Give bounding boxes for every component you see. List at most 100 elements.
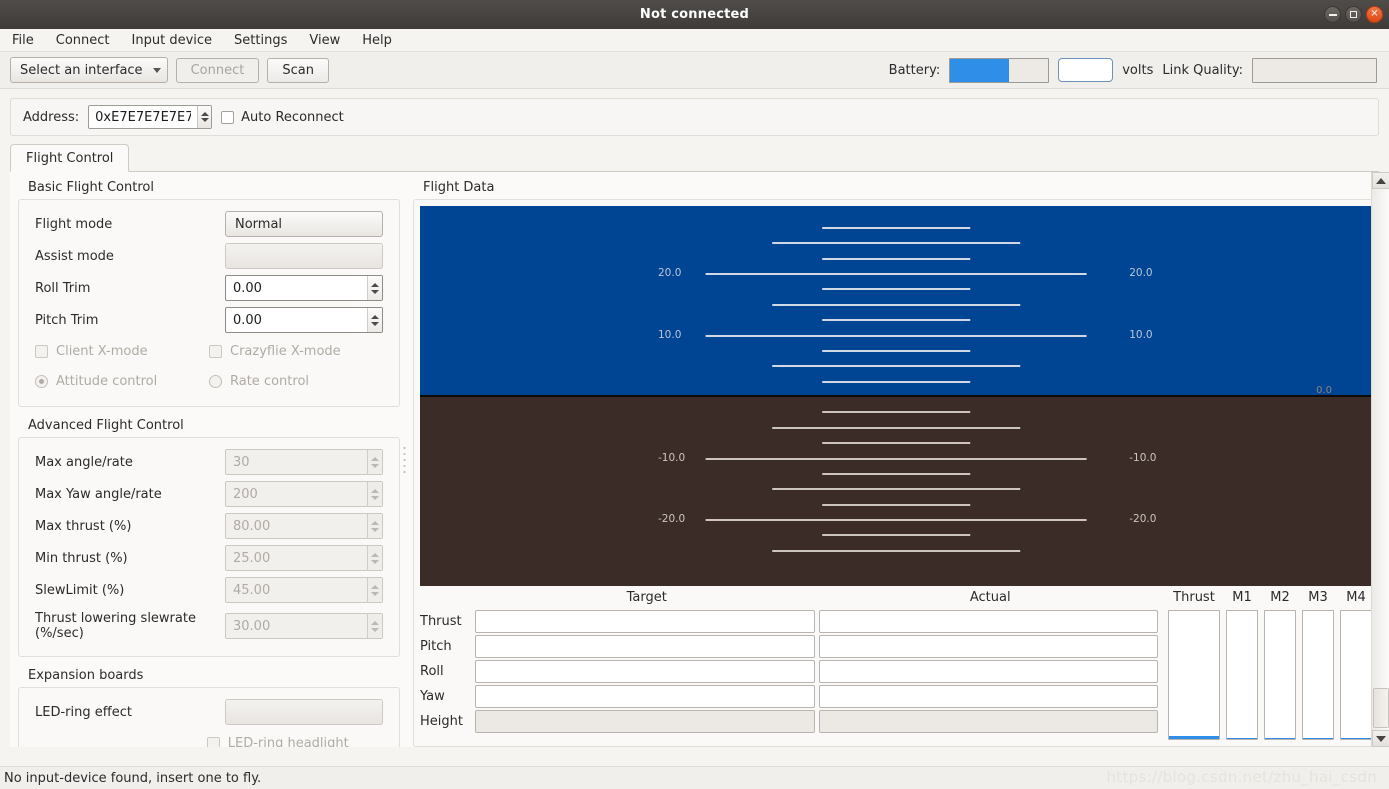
address-input-wrap[interactable] <box>88 105 213 129</box>
auto-reconnect-checkbox[interactable] <box>221 110 235 124</box>
stepper-down-icon[interactable] <box>371 591 379 596</box>
stepper-down-icon[interactable] <box>200 118 209 122</box>
crazyflie-x-mode-checkbox[interactable] <box>209 344 222 358</box>
stepper-up-icon[interactable] <box>371 456 379 461</box>
client-x-mode-row[interactable]: Client X-mode <box>35 344 209 359</box>
flight-mode-select[interactable]: Normal <box>225 211 383 237</box>
actual-header: Actual <box>969 590 1011 605</box>
page-scrollbar[interactable] <box>1371 172 1389 747</box>
scroll-up-button[interactable] <box>1371 172 1389 189</box>
interface-select[interactable]: Select an interface <box>10 57 168 83</box>
roll-trim-stepper[interactable]: 0.00 <box>225 275 383 301</box>
rate-control-row[interactable]: Rate control <box>209 374 383 389</box>
max-yaw-angle-rate-arrows[interactable] <box>367 482 382 506</box>
max-angle-rate-arrows[interactable] <box>367 450 382 474</box>
maximize-icon[interactable] <box>1345 6 1362 23</box>
target-actual-headers: Target Actual <box>420 590 1162 609</box>
stepper-up-icon[interactable] <box>371 282 379 287</box>
scrollbar-track[interactable] <box>1371 189 1389 730</box>
scrollbar-thumb[interactable] <box>1372 688 1389 728</box>
pane-splitter[interactable] <box>400 172 408 747</box>
roll-trim-arrows[interactable] <box>367 276 382 300</box>
flight-mode-value: Normal <box>235 216 283 232</box>
adi-ladder-rung <box>822 411 970 414</box>
rate-control-radio[interactable] <box>209 374 222 388</box>
thrust-lowering-slewrate-stepper[interactable]: 30.00 <box>225 613 383 639</box>
stepper-up-icon[interactable] <box>200 112 209 116</box>
scroll-down-button[interactable] <box>1371 730 1389 747</box>
pitch-trim-stepper[interactable]: 0.00 <box>225 307 383 333</box>
client-x-mode-checkbox[interactable] <box>35 344 48 358</box>
slewlimit-arrows[interactable] <box>367 578 382 602</box>
row-max-yaw-angle-rate: Max Yaw angle/rate 200 <box>35 478 383 510</box>
menu-item-help[interactable]: Help <box>360 32 394 49</box>
client-x-mode-label: Client X-mode <box>56 343 148 359</box>
led-ring-headlight-label: LED-ring headlight <box>227 735 349 748</box>
stepper-up-icon[interactable] <box>371 620 379 625</box>
assist-mode-select[interactable] <box>225 243 383 269</box>
attitude-control-radio[interactable] <box>35 374 48 388</box>
attitude-indicator[interactable]: 20.0 20.0 10.0 10.0 -10.0 -10.0 -20.0 -20.0 0.0 <box>420 206 1372 586</box>
menu-item-connect[interactable]: Connect <box>54 32 112 49</box>
stepper-up-icon[interactable] <box>371 520 379 525</box>
stepper-up-icon[interactable] <box>371 314 379 319</box>
stepper-down-icon[interactable] <box>371 289 379 294</box>
thrust-lowering-slewrate-arrows[interactable] <box>367 614 382 638</box>
pitch-target-bar <box>475 635 815 658</box>
stepper-up-icon[interactable] <box>371 584 379 589</box>
battery-label: Battery: <box>888 62 941 78</box>
minimize-icon[interactable] <box>1324 6 1341 23</box>
row-thrust-lowering-slewrate: Thrust lowering slewrate (%/sec) 30.00 <box>35 606 383 646</box>
slewlimit-stepper[interactable]: 45.00 <box>225 577 383 603</box>
menu-item-view[interactable]: View <box>307 32 342 49</box>
stepper-up-icon[interactable] <box>371 488 379 493</box>
min-thrust-value: 25.00 <box>233 550 271 566</box>
min-thrust-stepper[interactable]: 25.00 <box>225 545 383 571</box>
scan-button[interactable]: Scan <box>267 57 329 83</box>
adi-ladder-rung <box>772 303 1020 306</box>
close-icon[interactable]: ✕ <box>1366 6 1383 23</box>
max-yaw-angle-rate-value: 200 <box>233 486 258 502</box>
scroll-up-icon <box>1375 177 1386 184</box>
battery-volts-field[interactable] <box>1058 58 1114 82</box>
max-thrust-arrows[interactable] <box>367 514 382 538</box>
menu-item-file[interactable]: File <box>10 32 36 49</box>
stepper-down-icon[interactable] <box>371 463 379 468</box>
adi-ladder-label: 10.0 <box>1129 328 1153 341</box>
adi-ladder-label: -10.0 <box>1129 451 1157 464</box>
menu-item-input-device[interactable]: Input device <box>130 32 215 49</box>
menu-item-settings[interactable]: Settings <box>232 32 289 49</box>
connect-button[interactable]: Connect <box>175 57 260 83</box>
stepper-up-icon[interactable] <box>371 552 379 557</box>
max-yaw-angle-rate-stepper[interactable]: 200 <box>225 481 383 507</box>
adi-pitch-ladder: 20.0 20.0 10.0 10.0 -10.0 -10.0 -20.0 -20.0 <box>420 206 1372 586</box>
stepper-down-icon[interactable] <box>371 495 379 500</box>
pitch-trim-arrows[interactable] <box>367 308 382 332</box>
yaw-row-label: Yaw <box>420 689 445 704</box>
address-stepper[interactable] <box>197 106 212 128</box>
motor-bar-fill <box>1341 737 1371 739</box>
stepper-down-icon[interactable] <box>371 559 379 564</box>
attitude-control-row[interactable]: Attitude control <box>35 374 209 389</box>
flight-data-title: Flight Data <box>423 180 495 195</box>
adi-ladder-label: 20.0 <box>1129 267 1153 279</box>
auto-reconnect-label: Auto Reconnect <box>241 109 344 125</box>
target-actual-block: Target Actual Thrust Pitch Roll Yaw Heig… <box>420 590 1162 740</box>
led-ring-headlight-row[interactable]: LED-ring headlight <box>206 735 383 748</box>
pitch-trim-value: 0.00 <box>233 312 262 328</box>
crazyflie-x-mode-row[interactable]: Crazyflie X-mode <box>209 344 383 359</box>
address-input[interactable] <box>89 106 198 128</box>
max-angle-rate-stepper[interactable]: 30 <box>225 449 383 475</box>
row-min-thrust: Min thrust (%) 25.00 <box>35 542 383 574</box>
tab-flight-control[interactable]: Flight Control <box>10 144 130 172</box>
stepper-down-icon[interactable] <box>371 627 379 632</box>
stepper-down-icon[interactable] <box>371 321 379 326</box>
min-thrust-arrows[interactable] <box>367 546 382 570</box>
led-ring-effect-select[interactable] <box>225 699 383 725</box>
adi-ladder-rung <box>705 334 1087 337</box>
led-ring-headlight-checkbox[interactable] <box>206 736 220 747</box>
stepper-down-icon[interactable] <box>371 527 379 532</box>
max-thrust-stepper[interactable]: 80.00 <box>225 513 383 539</box>
crazyflie-x-mode-label: Crazyflie X-mode <box>230 343 341 359</box>
auto-reconnect-row[interactable]: Auto Reconnect <box>221 110 344 125</box>
